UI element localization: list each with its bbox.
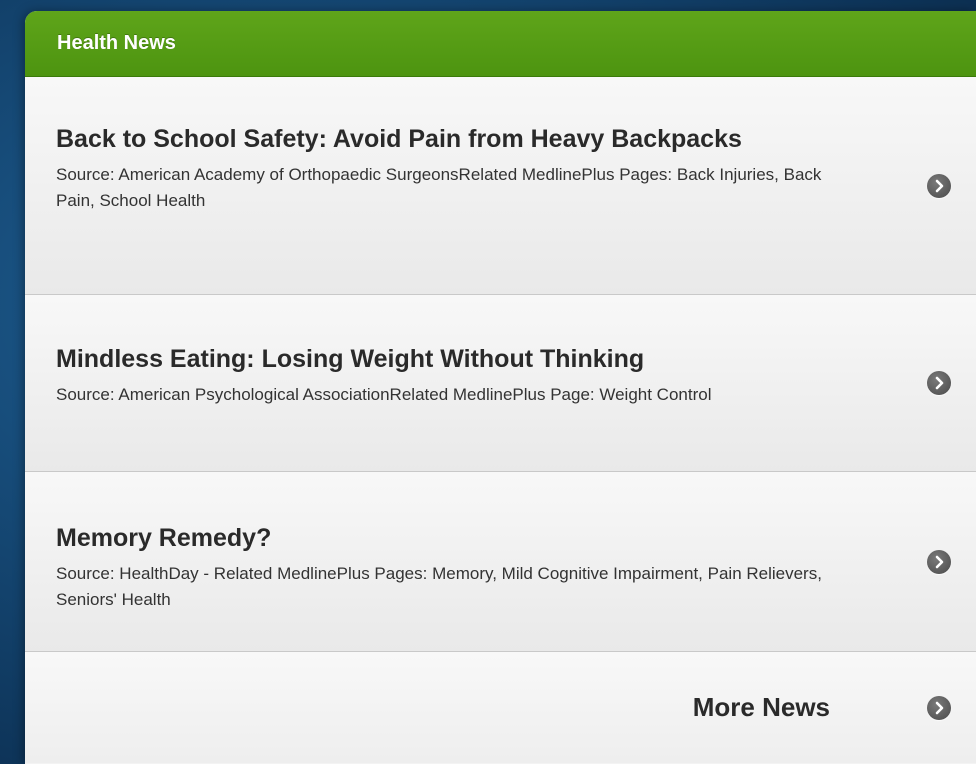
chevron-right-icon[interactable] bbox=[927, 695, 951, 720]
news-item-content: Memory Remedy? Source: HealthDay - Relat… bbox=[56, 522, 856, 613]
chevron-right-icon[interactable] bbox=[927, 173, 951, 198]
news-item-content: Back to School Safety: Avoid Pain from H… bbox=[56, 123, 856, 214]
health-news-panel: Health News Back to School Safety: Avoid… bbox=[25, 11, 976, 764]
news-item-description: Source: HealthDay - Related MedlinePlus … bbox=[56, 564, 822, 609]
news-item-title: Memory Remedy? bbox=[56, 524, 272, 552]
news-item[interactable]: Memory Remedy? Source: HealthDay - Relat… bbox=[25, 472, 976, 652]
news-list: Back to School Safety: Avoid Pain from H… bbox=[25, 77, 976, 652]
news-item-description: Source: American Psychological Associati… bbox=[56, 385, 712, 404]
chevron-right-icon[interactable] bbox=[927, 371, 951, 395]
panel-header: Health News bbox=[25, 11, 976, 77]
news-item[interactable]: Mindless Eating: Losing Weight Without T… bbox=[25, 295, 976, 472]
news-item-title: Mindless Eating: Losing Weight Without T… bbox=[56, 345, 645, 373]
panel-title: Health News bbox=[57, 32, 176, 54]
news-item-description: Source: American Academy of Orthopaedic … bbox=[56, 165, 822, 210]
more-news-label: More News bbox=[692, 692, 830, 722]
chevron-right-icon[interactable] bbox=[927, 549, 951, 574]
news-item[interactable]: Back to School Safety: Avoid Pain from H… bbox=[25, 77, 976, 295]
more-news-link[interactable]: More News bbox=[25, 652, 976, 763]
news-item-title: Back to School Safety: Avoid Pain from H… bbox=[56, 125, 742, 153]
news-item-content: Mindless Eating: Losing Weight Without T… bbox=[56, 343, 856, 408]
